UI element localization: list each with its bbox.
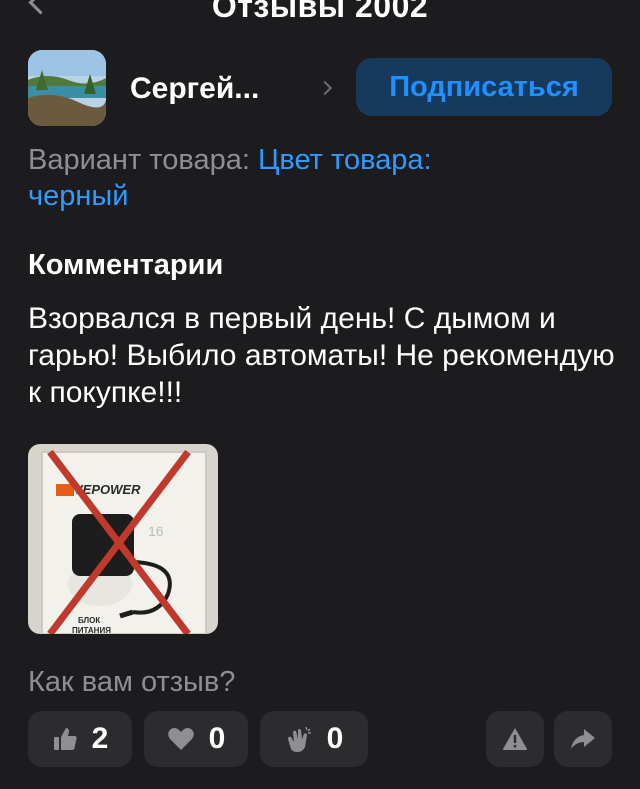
clap-button[interactable]: 0 <box>260 711 368 767</box>
thumbs-up-icon <box>53 728 77 750</box>
heart-count: 0 <box>208 722 226 755</box>
comment-text: Взорвался в первый день! С дымом и гарью… <box>28 302 615 409</box>
comments-heading: Комментарии <box>28 249 224 281</box>
sort-icon[interactable] <box>586 0 610 3</box>
photo-caption-line1: БЛОК <box>78 616 100 625</box>
header: Отзывы 2002 <box>0 0 640 24</box>
chevron-right-icon[interactable] <box>317 80 333 96</box>
warning-icon <box>502 728 528 750</box>
clap-count: 0 <box>326 722 344 755</box>
reactions-bar: 2 0 0 <box>28 711 618 769</box>
heart-button[interactable]: 0 <box>144 711 248 767</box>
review-feedback-question: Как вам отзыв? <box>28 666 236 698</box>
share-button[interactable] <box>554 711 612 767</box>
product-variant: Вариант товара: Цвет товара: черный <box>28 142 588 214</box>
page-title: Отзывы 2002 <box>211 0 429 24</box>
heart-icon <box>167 728 194 750</box>
review-photo[interactable]: VEPOWER 16 БЛОК ПИТАНИЯ <box>28 444 218 634</box>
like-count: 2 <box>91 722 109 755</box>
like-button[interactable]: 2 <box>28 711 132 767</box>
share-icon <box>571 729 595 749</box>
review-author-row: Сергей... Подписаться <box>28 50 618 126</box>
clap-icon <box>287 726 311 752</box>
report-button[interactable] <box>486 711 544 767</box>
photo-box-number: 16 <box>148 523 164 539</box>
avatar[interactable] <box>28 50 106 126</box>
variant-label: Вариант товара: <box>28 144 250 176</box>
author-name[interactable]: Сергей... <box>130 72 259 106</box>
subscribe-button[interactable]: Подписаться <box>356 58 612 116</box>
photo-caption-line2: ПИТАНИЯ <box>72 626 111 634</box>
